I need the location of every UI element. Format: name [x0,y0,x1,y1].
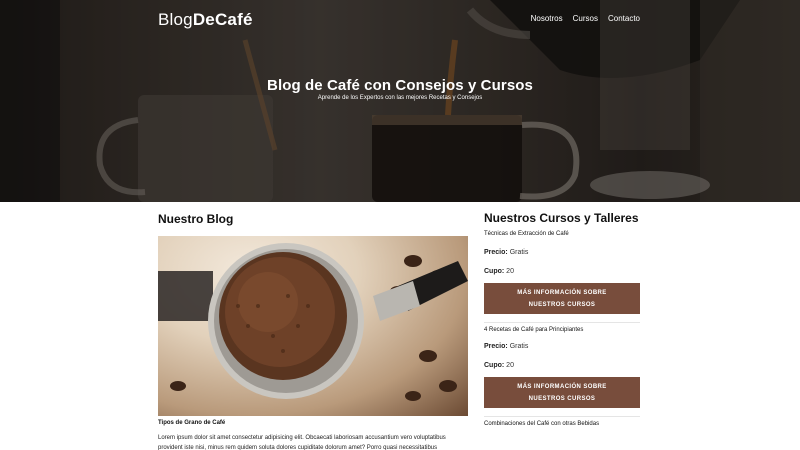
coffee-portafilter-illustration [158,243,468,401]
hero-subtitle: Aprende de los Expertos con las mejores … [317,95,483,101]
course-price-label: Precio: [484,249,508,256]
course-name: Combinaciones del Café con otras Bebidas [484,421,600,427]
logo-text-light: Blog [158,10,193,29]
blog-post-image[interactable] [158,236,468,416]
nav-link-contacto[interactable]: Contacto [608,14,640,23]
blog-post-title[interactable]: Tipos de Grano de Café [158,420,468,426]
course-price-value: Gratis [509,249,529,256]
course-capacity-value: 20 [506,362,514,369]
course-divider [484,416,640,417]
course-capacity-label: Cupo: [484,362,505,369]
course-capacity-label: Cupo: [484,268,505,275]
course-divider [484,322,640,323]
course-info-button[interactable]: MÁS INFORMACIÓN SOBRE NUESTROS CURSOS [484,377,640,408]
course-item: 4 Recetas de Café para Principiantes Pre… [484,327,640,417]
blog-post-excerpt: Lorem ipsum dolor sit amet consectetur a… [158,435,446,450]
blog-heading: Nuestro Blog [158,212,234,226]
blog-section: Nuestro Blog Tipos de Grano de Café Lore… [158,212,468,450]
main-nav: Nosotros Cursos Contacto [531,14,640,23]
nav-link-nosotros[interactable]: Nosotros [531,14,563,23]
course-info-button[interactable]: MÁS INFORMACIÓN SOBRE NUESTROS CURSOS [484,283,640,314]
course-price-label: Precio: [484,343,508,350]
course-name: 4 Recetas de Café para Principiantes [484,327,584,333]
course-capacity-value: 20 [506,268,514,275]
course-item: Técnicas de Extracción de Café Precio: G… [484,231,640,323]
site-logo[interactable]: BlogDeCafé [158,10,253,30]
course-capacity: Cupo: 20 [484,362,640,369]
course-capacity: Cupo: 20 [484,268,640,275]
logo-text-bold: DeCafé [192,10,253,29]
nav-link-cursos[interactable]: Cursos [573,14,598,23]
courses-section: Nuestros Cursos y Talleres Técnicas de E… [484,212,640,427]
courses-heading: Nuestros Cursos y Talleres [484,211,639,225]
course-price: Precio: Gratis [484,343,640,350]
course-item: Combinaciones del Café con otras Bebidas [484,421,640,427]
course-name: Técnicas de Extracción de Café [484,231,569,237]
course-price: Precio: Gratis [484,249,640,256]
hero-banner: BlogDeCafé Nosotros Cursos Contacto Blog… [0,0,800,202]
hero-title: Blog de Café con Consejos y Cursos [267,77,533,94]
course-price-value: Gratis [509,343,529,350]
hero-overlay [0,0,800,202]
